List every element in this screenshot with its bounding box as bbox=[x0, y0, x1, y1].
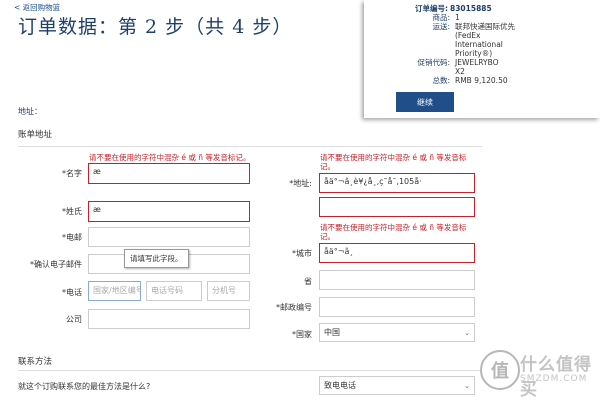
contact-method-selected-value: 致电电话 bbox=[324, 381, 356, 390]
billing-divider bbox=[18, 146, 482, 147]
last-name-input[interactable]: æ bbox=[88, 201, 250, 222]
order-number-label: 订单编号: bbox=[415, 4, 448, 13]
email-label: *电邮 bbox=[62, 233, 82, 242]
city-input[interactable]: åä°¬â¸ bbox=[319, 243, 475, 263]
country-label: *国家 bbox=[292, 330, 312, 339]
province-label: 省 bbox=[304, 277, 312, 286]
first-name-label: *名字 bbox=[62, 169, 82, 178]
country-select[interactable]: 中国 ⌄ bbox=[319, 323, 475, 342]
contact-method-select[interactable]: 致电电话 ⌄ bbox=[319, 376, 475, 395]
address-error-message: 请不要在使用的字符中混杂 é 或 ñ 等发音标记。 bbox=[320, 153, 467, 171]
name-error-message: 请不要在使用的字符中混杂 é 或 ñ 等发音标记。 bbox=[89, 153, 251, 162]
last-name-label: *姓氏 bbox=[62, 207, 82, 216]
order-summary-panel: 订单编号: 83015885 商品: 1 运送: 联邦快递国际优先 (FedEx… bbox=[364, 0, 600, 118]
confirm-email-label: *确认电子邮件 bbox=[30, 260, 82, 269]
watermark-subtext: SMZDM.COM bbox=[520, 374, 588, 384]
billing-section-title: 账单地址 bbox=[18, 130, 53, 140]
email-input[interactable] bbox=[88, 227, 250, 247]
promo-code-value: JEWELRYBOX2 bbox=[455, 58, 499, 76]
items-label: 商品: bbox=[432, 13, 450, 22]
smzdm-logo-icon: 值 bbox=[480, 350, 520, 390]
province-input[interactable] bbox=[319, 270, 475, 290]
shipping-label: 运送: bbox=[432, 22, 450, 31]
chevron-down-icon: ⌄ bbox=[464, 381, 470, 390]
contact-method-question: 就这个订购联系您的最佳方法是什么? bbox=[18, 382, 151, 391]
address-heading: 地址： bbox=[18, 107, 42, 116]
company-input[interactable] bbox=[88, 309, 250, 329]
address-line2-input[interactable] bbox=[319, 197, 475, 217]
contact-section-title: 联系方法 bbox=[18, 357, 53, 367]
items-value: 1 bbox=[455, 13, 460, 22]
continue-button[interactable]: 继续 bbox=[396, 92, 454, 112]
city-label: *城市 bbox=[292, 249, 312, 258]
page-title: 订单数据：第 2 步（共 4 步） bbox=[18, 16, 293, 38]
order-number-value: 83015885 bbox=[450, 4, 492, 13]
address-line1-input[interactable]: åä°¬â¸è¥¿å¸‚ç˜å¯‚105å· bbox=[319, 173, 475, 193]
country-selected-value: 中国 bbox=[324, 328, 340, 337]
phone-number-input[interactable]: 电话号码 bbox=[146, 281, 202, 301]
phone-extension-input[interactable]: 分机号 bbox=[207, 281, 250, 301]
first-name-input[interactable]: æ bbox=[88, 163, 250, 184]
required-field-tooltip: 请填写此字段。 bbox=[124, 249, 189, 268]
chevron-down-icon: ⌄ bbox=[464, 328, 470, 337]
contact-divider bbox=[18, 370, 482, 371]
postcode-input[interactable] bbox=[319, 297, 475, 317]
total-value: RMB 9,120.50 bbox=[455, 76, 508, 85]
address-label: *地址: bbox=[289, 179, 312, 188]
city-error-message: 请不要在使用的字符中混杂 é 或 ñ 等发音标记。 bbox=[320, 223, 467, 241]
phone-label: *电话 bbox=[62, 288, 82, 297]
postcode-label: *邮政编号 bbox=[276, 303, 312, 312]
company-label: 公司 bbox=[66, 315, 82, 324]
total-label: 总数: bbox=[432, 76, 450, 85]
shipping-value: 联邦快递国际优先 (FedEx International Priority®) bbox=[455, 22, 515, 58]
promo-code-label: 促销代码: bbox=[417, 58, 450, 67]
phone-country-code-input[interactable]: 国家/地区编号 bbox=[88, 281, 141, 301]
